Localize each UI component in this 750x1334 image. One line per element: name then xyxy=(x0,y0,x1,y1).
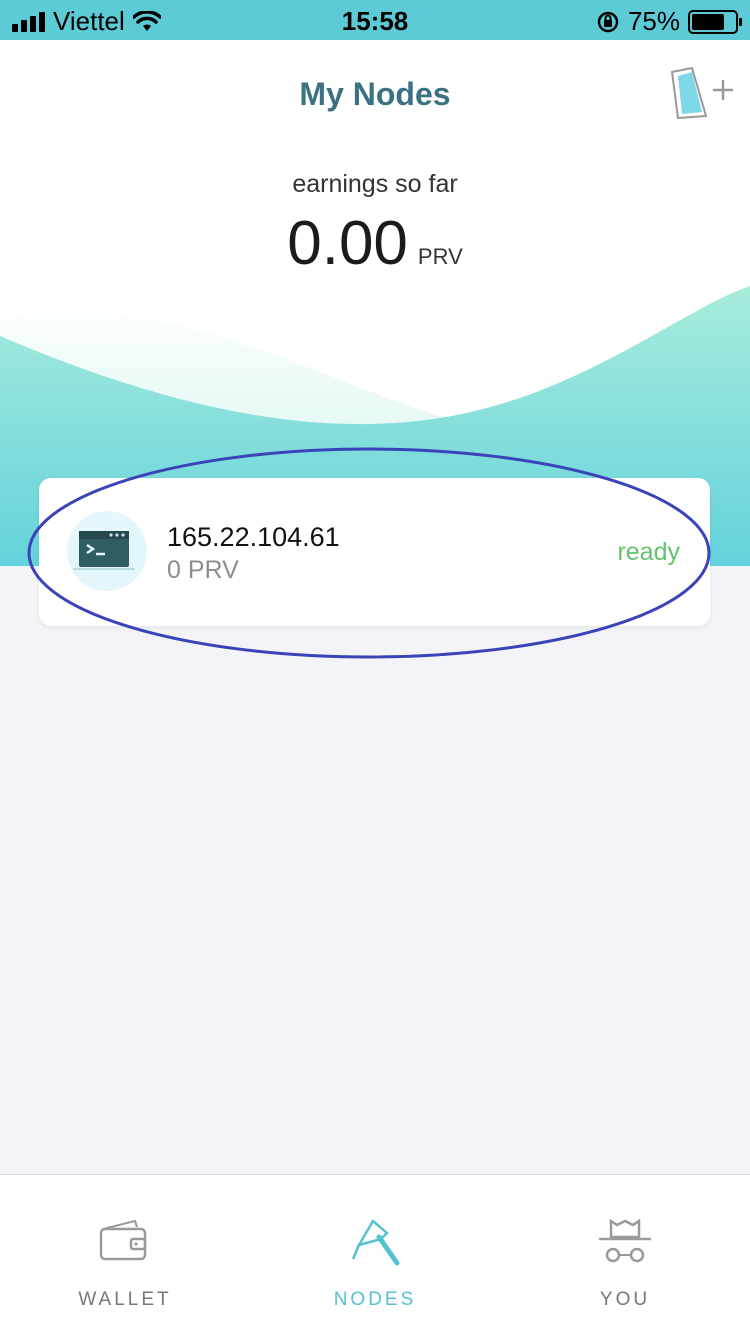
add-node-button[interactable] xyxy=(668,66,734,122)
tab-you[interactable]: YOU xyxy=(500,1175,750,1334)
tab-label-you: YOU xyxy=(599,1289,651,1310)
battery-icon xyxy=(688,9,742,34)
battery-percent: 75% xyxy=(627,6,680,36)
wallet-icon xyxy=(99,1219,147,1261)
node-card[interactable]: 165.22.104.61 0 PRV ready xyxy=(39,478,710,626)
status-right: 75% xyxy=(596,6,742,37)
incognito-icon xyxy=(599,1218,651,1263)
tab-nodes[interactable]: NODES xyxy=(250,1175,500,1334)
node-status: ready xyxy=(617,538,680,566)
tab-label-wallet: WALLET xyxy=(78,1289,172,1310)
orientation-lock-icon xyxy=(597,11,619,32)
earnings-label: earnings so far xyxy=(292,170,458,198)
pickaxe-icon xyxy=(351,1219,400,1266)
earnings-value: 0.00 xyxy=(287,209,408,278)
tab-wallet[interactable]: WALLET xyxy=(0,1175,250,1334)
node-icon-badge xyxy=(67,511,147,591)
status-bar: Viettel 15:58 75% xyxy=(0,0,750,40)
node-ip: 165.22.104.61 xyxy=(167,522,340,552)
earnings-unit: PRV xyxy=(417,244,463,269)
battery-fill xyxy=(692,13,724,30)
add-device-icon xyxy=(670,66,734,120)
tab-label-nodes: NODES xyxy=(333,1289,417,1310)
page-title: My Nodes xyxy=(299,76,451,112)
earnings-amount: 0.00 PRV xyxy=(0,208,750,279)
tab-bar: WALLET NODES YOU xyxy=(0,1174,750,1334)
node-balance: 0 PRV xyxy=(167,556,239,584)
terminal-icon xyxy=(73,531,135,570)
